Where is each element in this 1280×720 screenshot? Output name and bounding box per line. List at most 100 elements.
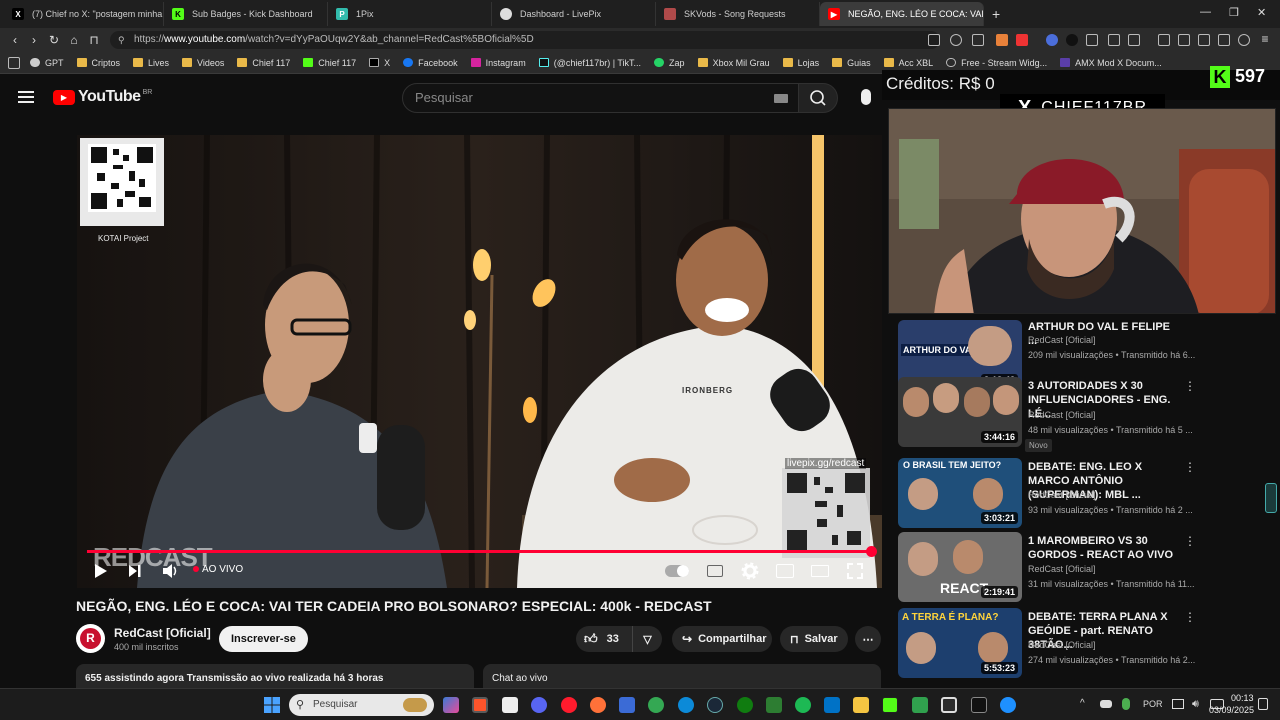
channel-avatar[interactable]: R <box>76 624 105 653</box>
like-button[interactable]: 👍︎ 33 <box>576 626 632 652</box>
more-options-icon[interactable]: ⋮ <box>1184 534 1196 548</box>
close-window-icon[interactable]: ✕ <box>1257 6 1266 19</box>
channel-name[interactable]: RedCast [Oficial] <box>1028 640 1096 650</box>
brave-shield-icon[interactable] <box>996 34 1008 46</box>
tab-x-post[interactable]: X (7) Chief no X: "postagem minha de <box>4 2 164 26</box>
network-icon[interactable] <box>1172 699 1184 709</box>
share-button[interactable]: ↪ Compartilhar <box>672 626 772 652</box>
bookmark-item[interactable]: Lives <box>133 58 169 68</box>
new-tab-button[interactable]: + <box>984 2 1012 26</box>
app-blue-icon[interactable] <box>1000 697 1016 713</box>
bookmark-item[interactable]: Zap <box>654 58 685 68</box>
bookmark-item[interactable]: GPT <box>30 58 64 68</box>
bitwarden-icon[interactable] <box>619 697 635 713</box>
zoom-icon[interactable] <box>950 34 962 46</box>
forward-icon[interactable]: › <box>27 33 41 47</box>
video-thumbnail[interactable]: O BRASIL TEM JEITO? 3:03:21 <box>898 458 1022 528</box>
play-icon[interactable] <box>94 563 108 579</box>
language-indicator[interactable]: POR <box>1143 699 1163 709</box>
brave-rewards-icon[interactable] <box>1016 34 1028 46</box>
xbox-icon[interactable] <box>737 697 753 713</box>
opera-icon[interactable] <box>561 697 577 713</box>
stream-app-icon[interactable] <box>971 697 987 713</box>
apps-grid-icon[interactable] <box>8 57 20 69</box>
dislike-button[interactable]: ▽ <box>632 626 662 652</box>
clock-time[interactable]: 00:13 <box>1231 693 1254 703</box>
green-app-icon[interactable] <box>912 697 928 713</box>
video-thumbnail[interactable]: REACT 2:19:41 <box>898 532 1022 602</box>
more-options-icon[interactable]: ⋮ <box>1184 379 1196 393</box>
screenshot-icon[interactable] <box>1218 34 1230 46</box>
edge-icon[interactable] <box>678 697 694 713</box>
video-description-box[interactable]: 655 assistindo agora Transmissão ao vivo… <box>76 664 474 690</box>
bookmark-item[interactable]: Lojas <box>782 58 819 68</box>
bookmark-item[interactable]: X <box>369 58 390 68</box>
reload-icon[interactable]: ↻ <box>47 33 61 47</box>
wallet-icon[interactable] <box>1198 34 1210 46</box>
excel-icon[interactable] <box>766 697 782 713</box>
file-viewer-icon[interactable] <box>502 697 518 713</box>
cast-icon[interactable] <box>928 34 940 46</box>
bookmark-item[interactable]: Guias <box>832 58 871 68</box>
theater-mode-icon[interactable] <box>811 565 829 577</box>
recommended-video[interactable]: REACT 2:19:41 1 MAROMBEIRO VS 30 GORDOS … <box>898 532 1198 602</box>
menu-icon[interactable]: ≡ <box>1258 32 1272 46</box>
subtitles-icon[interactable] <box>707 565 723 577</box>
extension-gear-icon[interactable] <box>1108 34 1120 46</box>
kick-app-icon[interactable] <box>882 697 898 713</box>
notification-icon[interactable] <box>1258 698 1268 710</box>
bookmark-item[interactable]: Acc XBL <box>883 58 933 68</box>
tab-skvods[interactable]: SKVods - Song Requests <box>656 2 820 26</box>
bookmark-item[interactable]: Xbox Mil Grau <box>697 58 770 68</box>
save-button[interactable]: ⊓ Salvar <box>780 626 848 652</box>
bookmark-icon[interactable]: ⊓ <box>87 33 101 47</box>
side-extension-widget[interactable] <box>1265 483 1277 513</box>
extension-blue-icon[interactable] <box>1046 34 1058 46</box>
bookmark-item[interactable]: Facebook <box>403 58 458 68</box>
video-thumbnail[interactable]: A TERRA É PLANA? 5:53:23 <box>898 608 1022 678</box>
sidebar-icon[interactable] <box>1178 34 1190 46</box>
firefox-icon[interactable] <box>590 697 606 713</box>
keyboard-icon[interactable] <box>774 94 788 103</box>
autoplay-toggle[interactable] <box>665 565 689 577</box>
bookmark-item[interactable]: Chief 117 <box>237 58 290 68</box>
file-explorer-icon[interactable] <box>853 697 869 713</box>
miniplayer-icon[interactable] <box>776 564 794 578</box>
spotify-icon[interactable] <box>795 697 811 713</box>
minimize-icon[interactable]: — <box>1200 6 1211 18</box>
tab-livepix-dashboard[interactable]: Dashboard - LivePix <box>492 2 656 26</box>
search-input[interactable]: Pesquisar <box>402 83 799 113</box>
steam-icon[interactable] <box>707 697 723 713</box>
channel-name[interactable]: RedCast [Oficial] <box>1028 335 1096 345</box>
recommended-video[interactable]: 3:44:16 3 AUTORIDADES X 30 INFLUENCIADOR… <box>898 377 1198 452</box>
extension-dark-icon[interactable] <box>1066 34 1078 46</box>
windows-start-icon[interactable] <box>264 697 280 713</box>
live-label[interactable]: AO VIVO <box>202 564 243 575</box>
channel-name-main[interactable]: RedCast [Oficial] <box>114 626 211 640</box>
hamburger-menu-icon[interactable] <box>18 91 34 103</box>
cloud-icon[interactable] <box>1100 700 1112 708</box>
back-icon[interactable]: ‹ <box>8 33 22 47</box>
share-icon[interactable] <box>972 34 984 46</box>
tab-kick-dashboard[interactable]: K Sub Badges - Kick Dashboard <box>164 2 328 26</box>
bookmark-item[interactable]: Chief 117 <box>303 58 356 68</box>
more-options-icon[interactable]: ⋮ <box>1184 460 1196 474</box>
channel-name[interactable]: RedCast [Oficial] <box>1028 410 1096 420</box>
video-player[interactable]: KOTAI Project livepix.gg/redcast IRONBER… <box>77 135 882 588</box>
progress-track[interactable] <box>87 546 877 557</box>
outlook-icon[interactable] <box>824 697 840 713</box>
subscribe-button[interactable]: Inscrever-se <box>219 626 308 652</box>
address-bar[interactable]: ⚲ https://www.youtube.com/watch?v=dYyPaO… <box>110 31 940 49</box>
next-icon[interactable] <box>128 564 142 578</box>
obs-icon[interactable] <box>941 697 957 713</box>
video-title[interactable]: 1 MAROMBEIRO VS 30 GORDOS - REACT AO VIV… <box>1028 534 1178 562</box>
show-hidden-icons[interactable]: ^ <box>1080 698 1085 709</box>
discord-icon[interactable] <box>531 697 547 713</box>
volume-icon[interactable] <box>162 563 178 579</box>
vpn-icon[interactable] <box>1238 34 1250 46</box>
chrome-icon[interactable] <box>648 697 664 713</box>
bookmark-item[interactable]: Free - Stream Widg... <box>946 58 1047 68</box>
bookmark-item[interactable]: (@chief117br) | TikT... <box>538 58 641 68</box>
microphone-tray-icon[interactable] <box>1122 698 1130 710</box>
volume-tray-icon[interactable]: 🔊︎ <box>1192 698 1199 711</box>
